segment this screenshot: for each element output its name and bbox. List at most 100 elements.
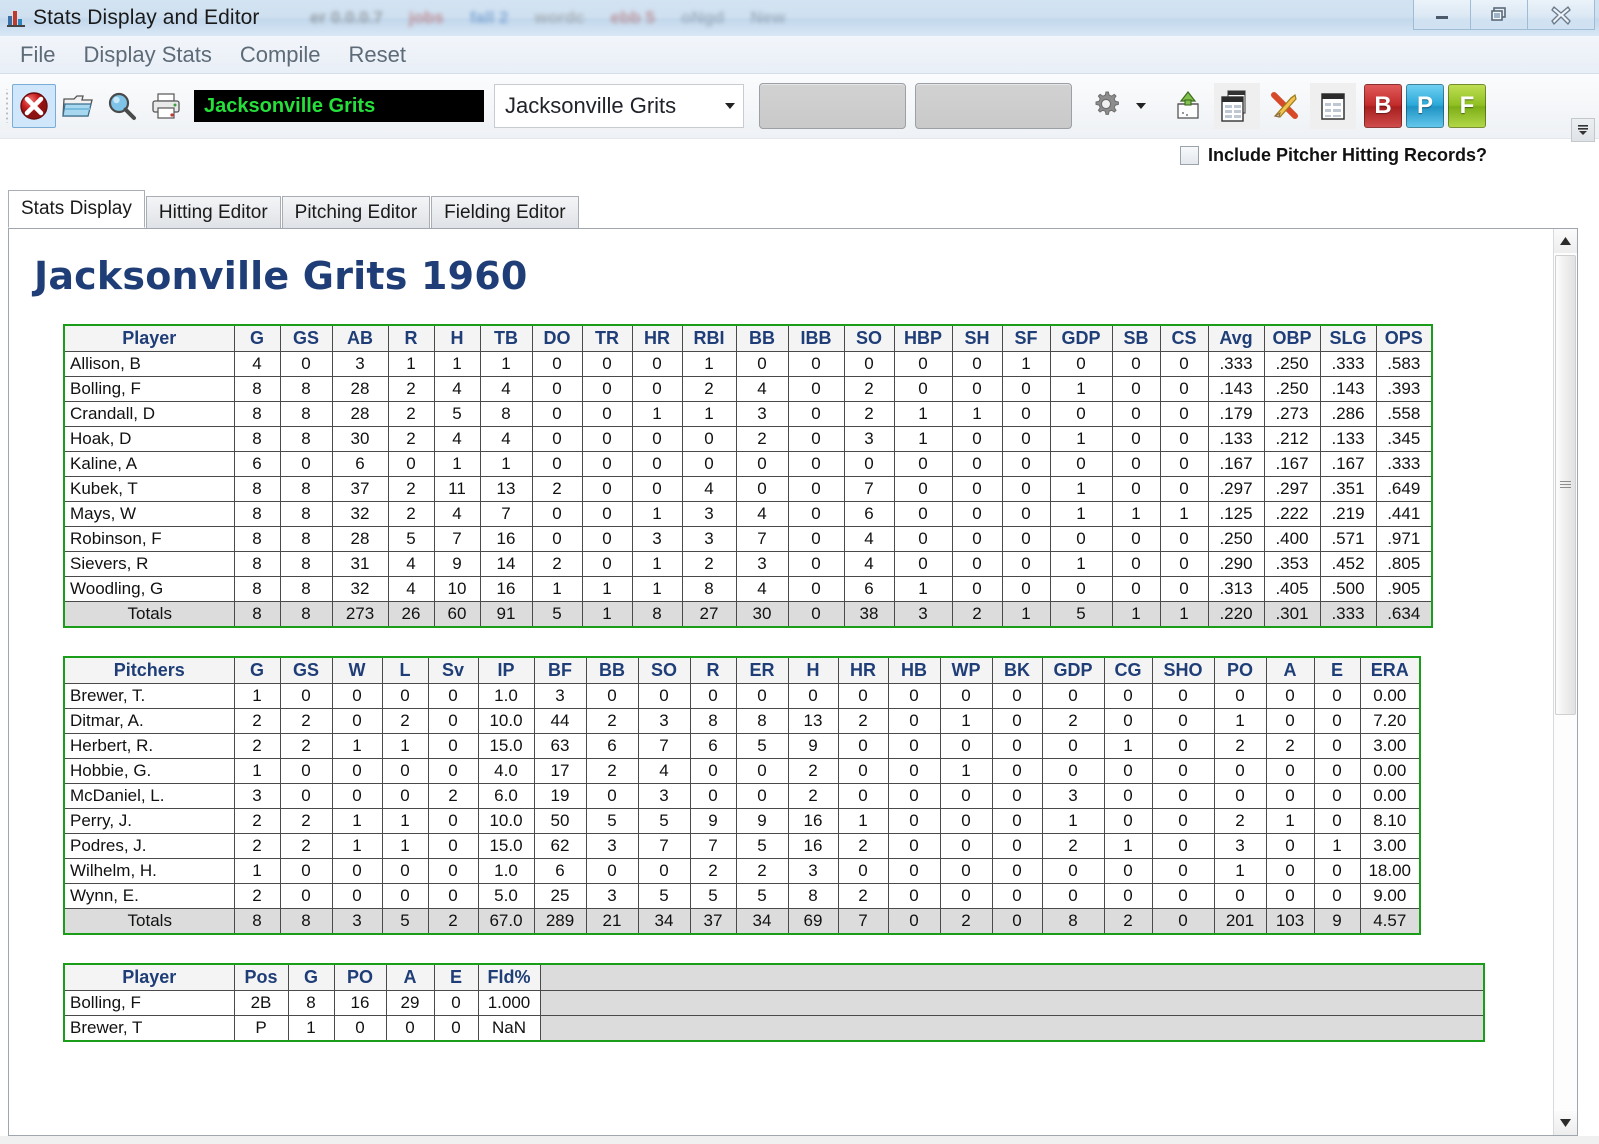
menu-item-reset[interactable]: Reset [335, 40, 420, 70]
table-cell: 4 [233, 351, 281, 377]
table-cell: NaN [477, 1015, 541, 1042]
table-cell: 3 [585, 883, 639, 909]
table-cell: Hoak, D [63, 426, 235, 452]
export-icon[interactable] [1166, 83, 1212, 129]
settings-dropdown-icon[interactable] [1136, 103, 1146, 109]
copy-table-icon[interactable] [1214, 83, 1260, 129]
table-cell: Wynn, E. [63, 883, 235, 909]
table-cell: 0.00 [1359, 758, 1421, 784]
ghost-tab-6: New [750, 8, 786, 27]
table-cell: 8 [233, 376, 281, 402]
table-cell: 5 [381, 908, 429, 935]
pitching-button[interactable]: P [1406, 84, 1444, 128]
table-cell: Bolling, F [63, 376, 235, 402]
table-cell: .222 [1263, 501, 1321, 527]
gear-icon[interactable] [1090, 88, 1122, 125]
window-bottom-edge [0, 1136, 1599, 1144]
table-cell: 2 [843, 401, 895, 427]
table-row: Hoak, D 8 8 30 2 4 4 0 0 0 0 2 0 3 1 0 0 1 0 0.133.212.133.… [63, 426, 1433, 452]
table-cell: 0 [581, 476, 633, 502]
tab-hitting-editor[interactable]: Hitting Editor [145, 196, 281, 228]
open-folder-icon[interactable] [56, 84, 100, 128]
scroll-up-button[interactable] [1554, 229, 1577, 253]
menu-item-compile[interactable]: Compile [226, 40, 335, 70]
include-pitcher-hitting-checkbox[interactable] [1179, 146, 1199, 165]
table-cell: 2 [279, 833, 333, 859]
batting-button[interactable]: B [1364, 84, 1402, 128]
table-cell: 0 [387, 451, 435, 477]
table-cell: 0 [837, 733, 889, 759]
table-cell: 1 [1213, 708, 1267, 734]
table-row: Ditmar, A. 2 2 0 2 0 10.0 44 2 3 8 8 13 2 0 1 0 2 0 0 1 0 0 7.2… [63, 708, 1421, 734]
table-cell: 1 [531, 576, 583, 602]
printer-icon[interactable] [144, 84, 188, 128]
table-row: Sievers, R 8 8 31 4 9 14 2 0 1 2 3 0 4 0 0 0 1 0 0.290.353.… [63, 551, 1433, 577]
table-cell: 0 [581, 451, 633, 477]
table-cell: 34 [637, 908, 691, 935]
table-cell: 0 [1265, 833, 1315, 859]
table-cell: 0 [585, 783, 639, 809]
delete-x-icon[interactable] [1262, 83, 1308, 129]
tab-pitching-editor[interactable]: Pitching Editor [281, 196, 431, 228]
table-cell: 0 [279, 758, 333, 784]
menu-item-file[interactable]: File [12, 40, 69, 70]
table-cell: .212 [1263, 426, 1321, 452]
table-cell: 0 [1049, 451, 1113, 477]
table-cell: .167 [1263, 451, 1321, 477]
table-cell: 28 [331, 401, 389, 427]
table-cell: 4.0 [477, 758, 535, 784]
table-cell: 0 [1111, 401, 1161, 427]
column-header: PO [1213, 656, 1267, 684]
maximize-button[interactable] [1470, 0, 1528, 30]
table-cell: 2 [1103, 908, 1153, 935]
scrollbar-thumb[interactable] [1555, 255, 1576, 715]
chevron-down-icon [725, 103, 735, 109]
table-cell: 0 [951, 376, 1003, 402]
table-cell: 1 [331, 833, 383, 859]
column-header: TR [581, 324, 633, 352]
close-button[interactable] [1527, 0, 1595, 30]
toolbar-overflow-button[interactable] [1571, 118, 1595, 142]
table-cell: Perry, J. [63, 808, 235, 834]
table-cell: 2 [585, 758, 639, 784]
table-cell: 4 [681, 476, 737, 502]
table-cell: 0 [1265, 758, 1315, 784]
table-cell: 2 [387, 501, 435, 527]
table-cell: 8 [279, 476, 333, 502]
table-cell: 0 [1213, 683, 1267, 709]
menu-item-display-stats[interactable]: Display Stats [69, 40, 225, 70]
tab-fielding-editor[interactable]: Fielding Editor [431, 196, 579, 228]
table-cell: 0 [939, 808, 993, 834]
table-cell: 0 [681, 426, 737, 452]
tab-stats-display[interactable]: Stats Display [8, 190, 145, 228]
table-cell: 0 [787, 451, 845, 477]
field1-input[interactable] [759, 83, 906, 129]
table-cell: 0 [531, 351, 583, 377]
table-cell: 0.00 [1359, 683, 1421, 709]
table-cell: 18.00 [1359, 858, 1421, 884]
team-select[interactable]: Jacksonville Grits [494, 84, 744, 128]
table-cell: 0 [1265, 683, 1315, 709]
table-actions-group [1166, 83, 1356, 129]
table-cell: 1 [233, 758, 281, 784]
table-cell: 29 [385, 990, 435, 1016]
field2-input[interactable] [915, 83, 1072, 129]
fielding-button[interactable]: F [1448, 84, 1486, 128]
scroll-down-button[interactable] [1554, 1111, 1577, 1135]
table-cell: 4 [387, 576, 435, 602]
magnifier-icon[interactable] [100, 84, 144, 128]
table-cell: .558 [1375, 401, 1433, 427]
table-cell: 0 [279, 451, 333, 477]
table-cell: 0 [1111, 526, 1161, 552]
column-header: L [381, 656, 429, 684]
table-cell: .571 [1319, 526, 1377, 552]
table-cell: 0 [1111, 551, 1161, 577]
toolbar-drag-handle[interactable] [3, 89, 12, 123]
vertical-scrollbar[interactable] [1553, 229, 1577, 1135]
column-header: PO [333, 963, 387, 991]
table-cell: 8 [1041, 908, 1105, 935]
minimize-button[interactable] [1413, 0, 1471, 30]
list-view-icon[interactable] [1310, 83, 1356, 129]
table-cell: 1 [1001, 351, 1051, 377]
close-tool-icon[interactable] [12, 84, 56, 128]
